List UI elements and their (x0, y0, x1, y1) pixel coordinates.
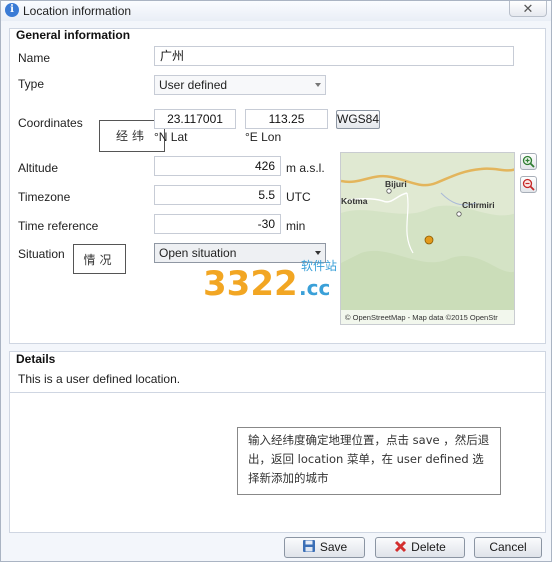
instruction-note: 输入经纬度确定地理位置，点击 save ，然后退出，返回 location 菜单… (237, 427, 501, 495)
timezone-field[interactable]: 5.5 (154, 185, 281, 205)
annotation-situation: 情况 (73, 244, 126, 274)
cancel-button[interactable]: Cancel (474, 537, 542, 558)
close-button[interactable]: ✕ (509, 1, 547, 17)
marker-chirmiri (456, 211, 462, 217)
timezone-unit: UTC (286, 190, 311, 204)
zoom-out-icon (522, 178, 535, 191)
details-text: This is a user defined location. (18, 372, 181, 386)
time-reference-unit: min (286, 219, 306, 233)
type-select[interactable]: User defined (154, 75, 326, 95)
map-label-chirmiri: Chirmiri (462, 200, 495, 210)
location-information-window: i Location information ✕ General informa… (0, 0, 552, 562)
chevron-down-icon (315, 83, 321, 87)
save-button-label: Save (319, 540, 348, 554)
window-title: Location information (23, 4, 132, 18)
longitude-field[interactable]: 113.25 (245, 109, 328, 129)
title-bar: i Location information ✕ (1, 1, 551, 21)
time-reference-label: Time reference (18, 219, 99, 233)
info-icon: i (5, 3, 19, 17)
location-pin-icon (424, 235, 434, 245)
time-reference-field[interactable]: -30 (154, 214, 281, 234)
type-select-value: User defined (159, 78, 228, 92)
delete-button-label: Delete (411, 540, 446, 554)
timezone-label: Timezone (18, 190, 71, 204)
name-label: Name (18, 51, 51, 65)
save-button[interactable]: Save (284, 537, 365, 558)
map-attribution: © OpenStreetMap - Map data ©2015 OpenStr (345, 313, 498, 322)
zoom-out-button[interactable] (520, 176, 537, 193)
watermark-graphic: 3322 .cc 软件站 (202, 259, 337, 305)
delete-button[interactable]: Delete (375, 537, 465, 558)
marker-bijuri (386, 188, 392, 194)
altitude-label: Altitude (18, 161, 59, 175)
situation-label: Situation (18, 247, 65, 261)
map-label-kotma: Kotma (341, 196, 368, 206)
altitude-field[interactable]: 426 (154, 156, 281, 176)
watermark-suffix: .cc (299, 276, 330, 300)
type-label: Type (18, 77, 45, 91)
coordinates-label: Coordinates (18, 116, 83, 130)
watermark-number: 3322 (203, 264, 298, 303)
zoom-in-button[interactable] (520, 153, 537, 170)
watermark-cn: 软件站 (301, 259, 337, 273)
map-canvas: Bijuri Chirmiri Kotma © OpenStreetMap - … (341, 153, 514, 324)
longitude-unit: °E Lon (245, 130, 282, 144)
floppy-disk-icon (302, 540, 315, 552)
location-map[interactable]: Bijuri Chirmiri Kotma © OpenStreetMap - … (340, 152, 515, 325)
details-title: Details (16, 352, 56, 366)
delete-x-icon (395, 540, 407, 553)
latitude-field[interactable]: 23.117001 (154, 109, 236, 129)
zoom-in-icon (522, 155, 535, 168)
map-label-bijuri: Bijuri (385, 179, 407, 189)
datum-button[interactable]: WGS84 (336, 110, 380, 129)
altitude-unit: m a.s.l. (286, 161, 325, 175)
name-field[interactable]: 广州 (154, 46, 514, 66)
general-information-title: General information (16, 28, 131, 42)
watermark-logo: 3322 .cc 软件站 (201, 253, 351, 305)
latitude-unit: °N Lat (154, 130, 188, 144)
